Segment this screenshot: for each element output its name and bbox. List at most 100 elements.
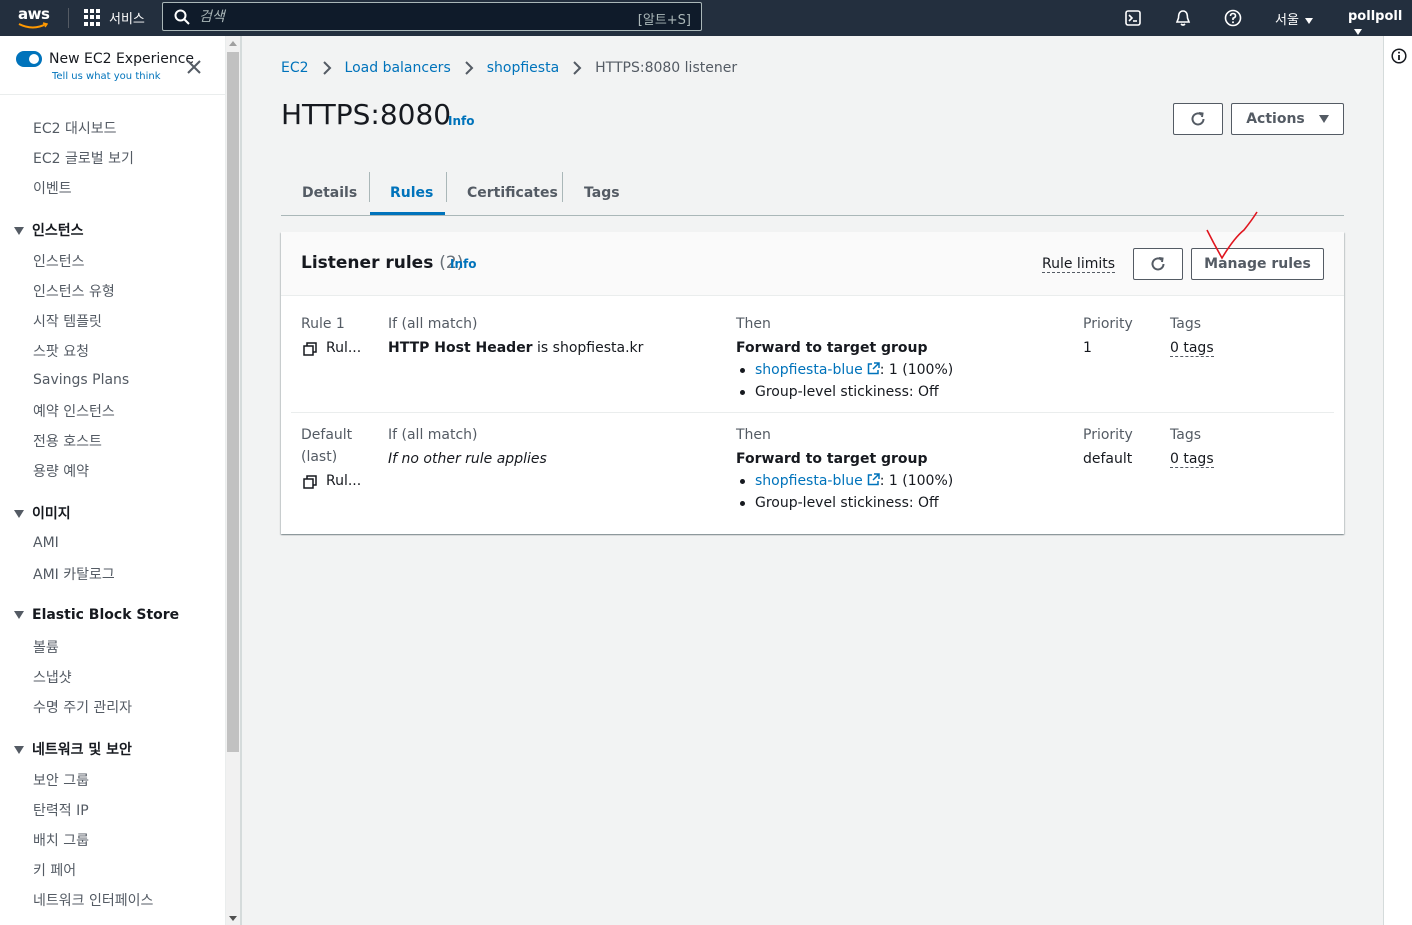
region-selector[interactable]: 서울 (1275, 9, 1313, 28)
tab-separator (562, 172, 563, 202)
action-type: Forward to target group (736, 340, 928, 356)
scroll-down-icon[interactable] (229, 916, 237, 921)
new-experience-toggle[interactable] (16, 51, 42, 67)
new-experience-panel: New EC2 Experience Tell us what you thin… (0, 36, 225, 95)
close-icon[interactable] (185, 58, 203, 76)
rule-limits-link[interactable]: Rule limits (1042, 256, 1116, 273)
chevron-down-icon (1354, 28, 1362, 35)
listener-rules-title-text: Listener rules (301, 253, 434, 273)
sidebar-item-dedicated-hosts[interactable]: 전용 호스트 (33, 431, 102, 451)
copy-icon[interactable] (303, 342, 317, 356)
sidebar-item-ec2-global-view[interactable]: EC2 글로벌 보기 (33, 148, 134, 168)
new-experience-title: New EC2 Experience (49, 51, 195, 67)
side-navigation: New EC2 Experience Tell us what you thin… (0, 36, 226, 925)
sidebar-item-instance-types[interactable]: 인스턴스 유형 (33, 281, 115, 301)
section-label: 이미지 (32, 506, 71, 522)
tab-rules[interactable]: Rules (390, 170, 433, 215)
sidebar-item-ec2-dashboard[interactable]: EC2 대시보드 (33, 118, 117, 138)
sidebar-section-ebs[interactable]: Elastic Block Store (14, 607, 179, 623)
sidebar-item-reserved-instances[interactable]: 예약 인스턴스 (33, 401, 115, 421)
breadcrumb-load-balancers[interactable]: Load balancers (345, 60, 451, 76)
notifications-bell-icon[interactable] (1172, 7, 1194, 29)
external-link-icon[interactable] (867, 362, 880, 375)
tab-list: Details Rules Certificates Tags (281, 170, 1344, 216)
sidebar-item-lifecycle-manager[interactable]: 수명 주기 관리자 (33, 697, 132, 717)
condition-value: If no other rule applies (388, 451, 547, 467)
annotation-checkmark-icon (1206, 211, 1258, 260)
tags-label: Tags (1170, 427, 1201, 443)
condition-label: If (all match) (388, 316, 478, 332)
chevron-right-icon (465, 61, 474, 75)
refresh-button[interactable] (1173, 103, 1223, 135)
info-panel-icon[interactable] (1391, 48, 1407, 64)
refresh-icon (1191, 112, 1205, 126)
sidebar-section-images[interactable]: 이미지 (14, 503, 71, 523)
section-label: Elastic Block Store (32, 607, 180, 623)
scroll-up-icon[interactable] (229, 41, 237, 46)
feedback-link[interactable]: Tell us what you think (52, 71, 161, 82)
top-navigation: aws 서비스 [알트+S] 서울 pollpoll (0, 0, 1412, 36)
sidebar-section-network-security[interactable]: 네트워크 및 보안 (14, 739, 132, 759)
sidebar-item-placement-groups[interactable]: 배치 그룹 (33, 830, 89, 850)
chevron-down-icon (1304, 17, 1313, 24)
actions-dropdown-button[interactable]: Actions (1231, 103, 1344, 135)
sidebar-item-volumes[interactable]: 볼륨 (33, 637, 59, 657)
sidebar-item-instances[interactable]: 인스턴스 (33, 251, 85, 271)
tab-separator (446, 172, 447, 202)
scrollbar-thumb[interactable] (227, 52, 239, 752)
sidebar-item-savings-plans[interactable]: Savings Plans (33, 372, 129, 388)
target-group-link[interactable]: shopfiesta-blue (755, 362, 863, 378)
bullet (740, 390, 745, 395)
sidebar-item-key-pairs[interactable]: 키 페어 (33, 860, 76, 880)
header-info-link[interactable]: Info (448, 114, 474, 128)
tags-link[interactable]: 0 tags (1170, 340, 1214, 357)
sidebar-item-spot-requests[interactable]: 스팟 요청 (33, 341, 89, 361)
target-group-item: shopfiesta-blue: 1 (100%) (755, 362, 953, 378)
condition-label: If (all match) (388, 427, 478, 443)
sidebar-item-security-groups[interactable]: 보안 그룹 (33, 770, 89, 790)
external-link-icon[interactable] (867, 473, 880, 486)
tab-certificates[interactable]: Certificates (467, 170, 558, 215)
aws-logo[interactable]: aws (16, 3, 52, 33)
active-tab-indicator (370, 212, 445, 215)
sidebar-item-elastic-ips[interactable]: 탄력적 IP (33, 800, 89, 820)
cloudshell-icon[interactable] (1122, 7, 1144, 29)
tags-link[interactable]: 0 tags (1170, 451, 1214, 468)
bullet (740, 368, 745, 373)
account-label: pollpoll (1348, 9, 1403, 24)
tab-details[interactable]: Details (302, 170, 357, 215)
search-box[interactable]: [알트+S] (162, 2, 702, 31)
sidebar-item-ami-catalog[interactable]: AMI 카탈로그 (33, 564, 115, 584)
condition-rest: is shopfiesta.kr (532, 340, 644, 356)
help-icon[interactable] (1222, 7, 1244, 29)
search-shortcut: [알트+S] (637, 13, 691, 28)
search-input[interactable] (199, 7, 599, 27)
utility-panel (1383, 36, 1412, 925)
caret-down-icon (1318, 115, 1329, 123)
breadcrumb: EC2 Load balancers shopfiesta HTTPS:8080… (281, 60, 737, 76)
rule-arn: Rul... (326, 340, 362, 356)
sidebar-item-network-interfaces[interactable]: 네트워크 인터페이스 (33, 890, 153, 910)
condition-value: HTTP Host Header is shopfiesta.kr (388, 340, 643, 356)
rules-refresh-button[interactable] (1133, 248, 1183, 280)
services-menu-button[interactable]: 서비스 (84, 8, 145, 27)
copy-icon[interactable] (303, 475, 317, 489)
listener-rules-info-link[interactable]: Info (450, 257, 476, 271)
target-weight: : 1 (100%) (879, 473, 954, 489)
rule-arn: Rul... (326, 473, 362, 489)
sidebar-item-ami[interactable]: AMI (33, 535, 59, 551)
stickiness: Group-level stickiness: Off (755, 495, 939, 511)
sidebar-section-instances[interactable]: 인스턴스 (14, 220, 84, 240)
tab-tags[interactable]: Tags (584, 170, 620, 215)
breadcrumb-shopfiesta[interactable]: shopfiesta (487, 60, 559, 76)
target-group-link[interactable]: shopfiesta-blue (755, 473, 863, 489)
sidebar-item-events[interactable]: 이벤트 (33, 178, 72, 198)
sidebar-item-snapshots[interactable]: 스냅샷 (33, 667, 72, 687)
action-type: Forward to target group (736, 451, 928, 467)
sidebar-item-launch-templates[interactable]: 시작 템플릿 (33, 311, 102, 331)
sidebar-scrollbar[interactable] (226, 36, 240, 925)
breadcrumb-ec2[interactable]: EC2 (281, 60, 309, 76)
section-label: 인스턴스 (32, 223, 84, 239)
sidebar-item-capacity-reservations[interactable]: 용량 예약 (33, 461, 89, 481)
account-menu[interactable]: pollpoll (1348, 9, 1412, 39)
